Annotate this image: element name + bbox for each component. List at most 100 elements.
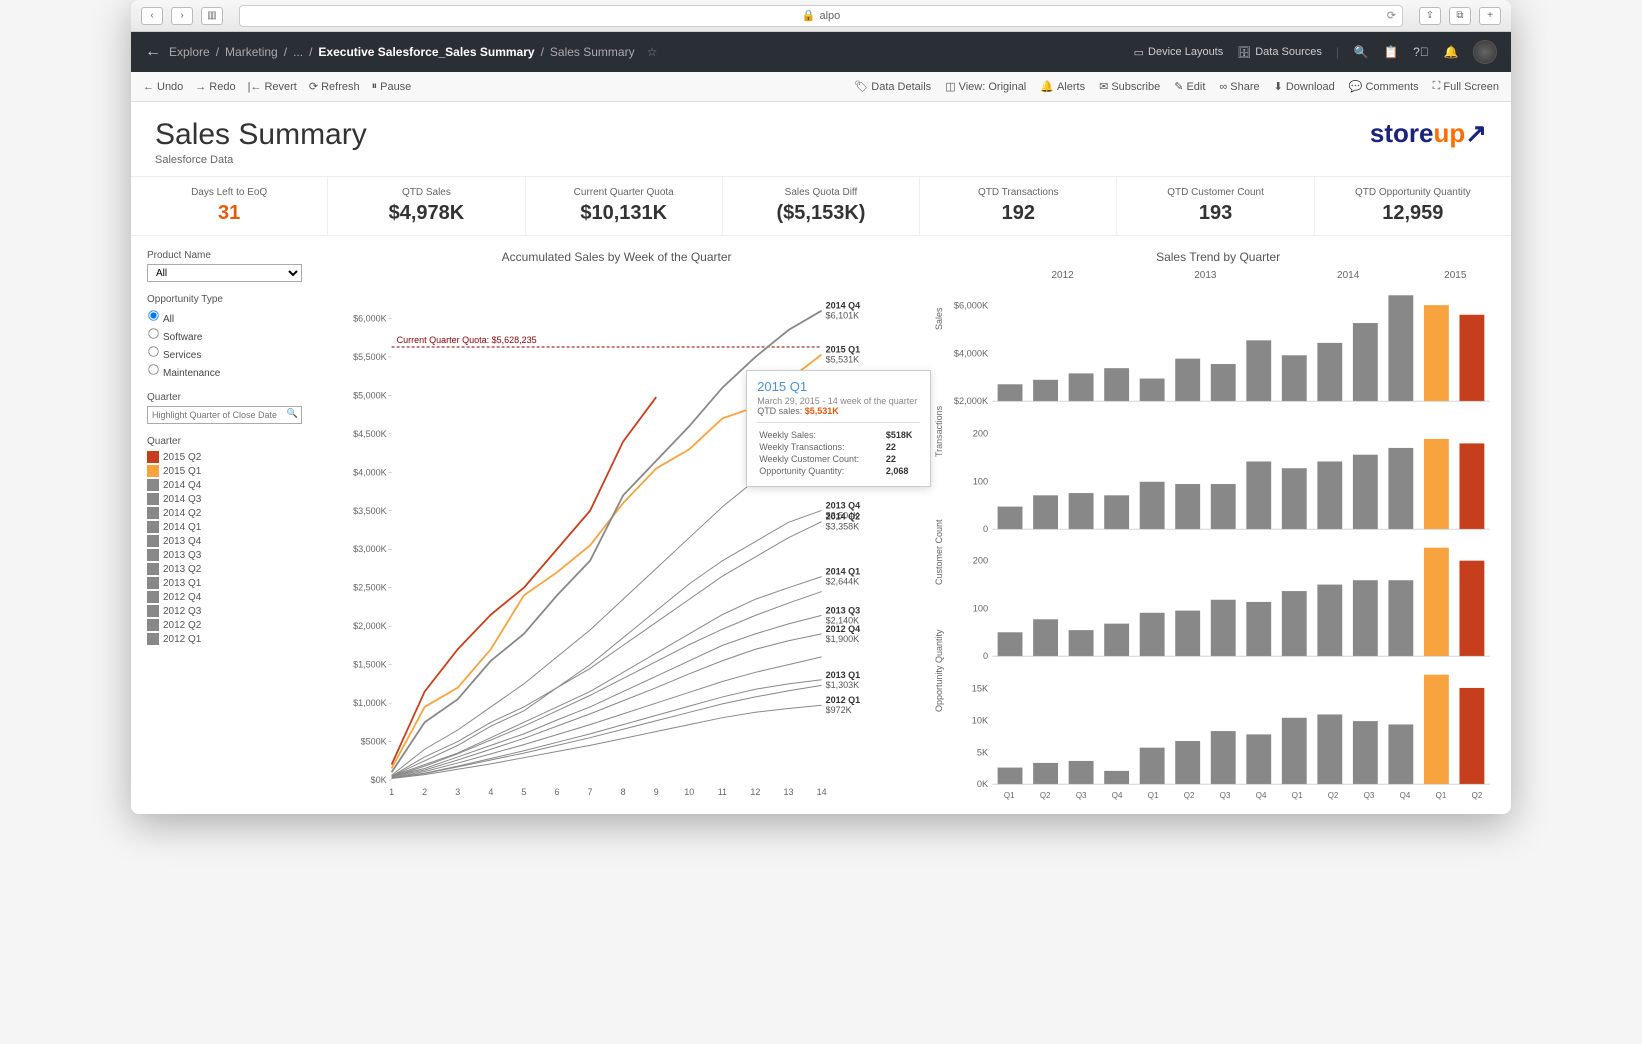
avatar[interactable] — [1473, 40, 1497, 64]
radio-option[interactable]: Maintenance — [147, 362, 302, 380]
svg-text:100: 100 — [973, 603, 988, 613]
edit-button[interactable]: ✎ Edit — [1174, 80, 1205, 93]
bar-panel[interactable]: Customer Count0100200 — [941, 536, 1495, 664]
crumb[interactable]: Sales Summary — [550, 45, 635, 59]
svg-text:1: 1 — [389, 787, 394, 797]
back-button[interactable]: ‹ — [141, 7, 163, 25]
crumb[interactable]: Executive Salesforce_Sales Summary — [318, 45, 534, 59]
svg-text:$0K: $0K — [371, 775, 387, 785]
product-name-select[interactable]: All — [147, 264, 302, 282]
svg-text:$1,500K: $1,500K — [353, 660, 387, 670]
svg-text:$1,000K: $1,000K — [353, 698, 387, 708]
browser-bar: ‹ › ▥ 🔒alpo ⟳ ⇪ ⧉ + — [131, 0, 1511, 32]
comments-button[interactable]: 💬 Comments — [1349, 80, 1419, 93]
kpi-label: QTD Sales — [332, 187, 520, 198]
crumb[interactable]: Explore — [169, 45, 210, 59]
kpi-value: $4,978K — [332, 202, 520, 225]
svg-text:$6,000K: $6,000K — [353, 313, 387, 323]
bar-charts[interactable]: 2012201320142015 Sales$2,000K$4,000K$6,0… — [941, 270, 1495, 800]
device-layouts-button[interactable]: ▭Device Layouts — [1134, 46, 1224, 59]
share-button[interactable]: ∞ Share — [1219, 80, 1259, 93]
kpi-value: $10,131K — [530, 202, 718, 225]
product-name-label: Product Name — [147, 250, 302, 261]
revert-button[interactable]: |← Revert — [248, 81, 297, 93]
legend-item[interactable]: 2012 Q2 — [147, 618, 302, 632]
notes-icon[interactable]: 📋 — [1383, 44, 1399, 60]
tooltip-subtitle: March 29, 2015 - 14 week of the quarter — [757, 396, 920, 406]
nav-back-icon[interactable]: ← — [145, 43, 161, 61]
bar-panel[interactable]: Transactions0100200 — [941, 409, 1495, 537]
data-details-button[interactable]: 🏷 Data Details — [854, 80, 931, 93]
search-icon[interactable]: 🔍 — [287, 408, 298, 419]
legend-item[interactable]: 2014 Q4 — [147, 478, 302, 492]
forward-button[interactable]: › — [171, 7, 193, 25]
svg-text:2015 Q1: 2015 Q1 — [826, 345, 861, 355]
bar-panel[interactable]: Sales$2,000K$4,000K$6,000K — [941, 281, 1495, 409]
legend-item[interactable]: 2012 Q3 — [147, 604, 302, 618]
database-icon: 🗄 — [1237, 46, 1251, 59]
legend-item[interactable]: 2012 Q1 — [147, 632, 302, 646]
quarter-search-label: Quarter — [147, 392, 302, 403]
refresh-button[interactable]: ⟳ Refresh — [309, 80, 360, 93]
bar-panel[interactable]: Opportunity Quantity0K5K10K15K — [941, 664, 1495, 792]
legend-item[interactable]: 2013 Q4 — [147, 534, 302, 548]
crumb[interactable]: ... — [293, 45, 303, 59]
svg-text:Current Quarter Quota: $5,628,: Current Quarter Quota: $5,628,235 — [397, 335, 537, 345]
new-tab-button[interactable]: + — [1479, 7, 1501, 25]
legend-item[interactable]: 2013 Q1 — [147, 576, 302, 590]
svg-text:2012 Q4: 2012 Q4 — [826, 624, 861, 634]
subscribe-button[interactable]: ✉ Subscribe — [1099, 80, 1160, 93]
svg-text:2: 2 — [422, 787, 427, 797]
kpi-label: Days Left to EoQ — [135, 187, 323, 198]
url-bar[interactable]: 🔒alpo ⟳ — [239, 5, 1403, 27]
redo-button[interactable]: → Redo — [195, 81, 235, 93]
fullscreen-button[interactable]: ⛶ Full Screen — [1433, 80, 1499, 93]
legend-item[interactable]: 2014 Q2 — [147, 506, 302, 520]
svg-text:$6,000K: $6,000K — [954, 300, 989, 310]
data-sources-button[interactable]: 🗄Data Sources — [1237, 46, 1322, 59]
sidebar-toggle[interactable]: ▥ — [201, 7, 223, 25]
radio-option[interactable]: All — [147, 308, 302, 326]
legend-item[interactable]: 2014 Q3 — [147, 492, 302, 506]
legend-item[interactable]: 2014 Q1 — [147, 520, 302, 534]
svg-text:200: 200 — [973, 428, 988, 438]
kpi-row: Days Left to EoQ31QTD Sales$4,978KCurren… — [131, 176, 1511, 236]
favorite-icon[interactable]: ☆ — [647, 45, 658, 59]
svg-text:$500K: $500K — [361, 737, 387, 747]
legend-item[interactable]: 2015 Q1 — [147, 464, 302, 478]
tooltip: 2015 Q1 March 29, 2015 - 14 week of the … — [746, 370, 931, 487]
quarter-search-input[interactable] — [147, 406, 302, 424]
view-button[interactable]: ◫ View: Original — [945, 80, 1026, 93]
download-button[interactable]: ⬇ Download — [1274, 80, 1335, 93]
svg-text:$6,101K: $6,101K — [826, 311, 860, 321]
help-icon[interactable]: ?⃝ — [1413, 44, 1429, 60]
pause-button[interactable]: ⏸ Pause — [372, 80, 412, 93]
svg-text:$2,644K: $2,644K — [826, 577, 860, 587]
notifications-icon[interactable]: 🔔 — [1443, 44, 1459, 60]
legend-item[interactable]: 2013 Q3 — [147, 548, 302, 562]
kpi-value: ($5,153K) — [727, 202, 915, 225]
svg-text:$2,500K: $2,500K — [353, 583, 387, 593]
share-button[interactable]: ⇪ — [1419, 7, 1441, 25]
svg-text:$5,500K: $5,500K — [353, 352, 387, 362]
alerts-button[interactable]: 🔔 Alerts — [1040, 80, 1085, 93]
search-icon[interactable]: 🔍 — [1353, 44, 1369, 60]
radio-option[interactable]: Software — [147, 326, 302, 344]
svg-text:11: 11 — [718, 787, 727, 797]
svg-text:7: 7 — [588, 787, 593, 797]
legend-item[interactable]: 2013 Q2 — [147, 562, 302, 576]
kpi-label: QTD Opportunity Quantity — [1319, 187, 1507, 198]
reload-icon[interactable]: ⟳ — [1387, 9, 1396, 22]
svg-text:$972K: $972K — [826, 705, 852, 715]
legend-item[interactable]: 2015 Q2 — [147, 450, 302, 464]
tabs-button[interactable]: ⧉ — [1449, 7, 1471, 25]
legend-item[interactable]: 2012 Q4 — [147, 590, 302, 604]
crumb[interactable]: Marketing — [225, 45, 278, 59]
breadcrumb: Explore/ Marketing/ .../ Executive Sales… — [169, 45, 657, 59]
line-chart[interactable]: $0K$500K$1,000K$1,500K$2,000K$2,500K$3,0… — [312, 270, 921, 800]
kpi-label: QTD Customer Count — [1121, 187, 1309, 198]
kpi-label: Current Quarter Quota — [530, 187, 718, 198]
undo-button[interactable]: ← Undo — [143, 81, 183, 93]
svg-text:$5,531K: $5,531K — [826, 355, 860, 365]
radio-option[interactable]: Services — [147, 344, 302, 362]
